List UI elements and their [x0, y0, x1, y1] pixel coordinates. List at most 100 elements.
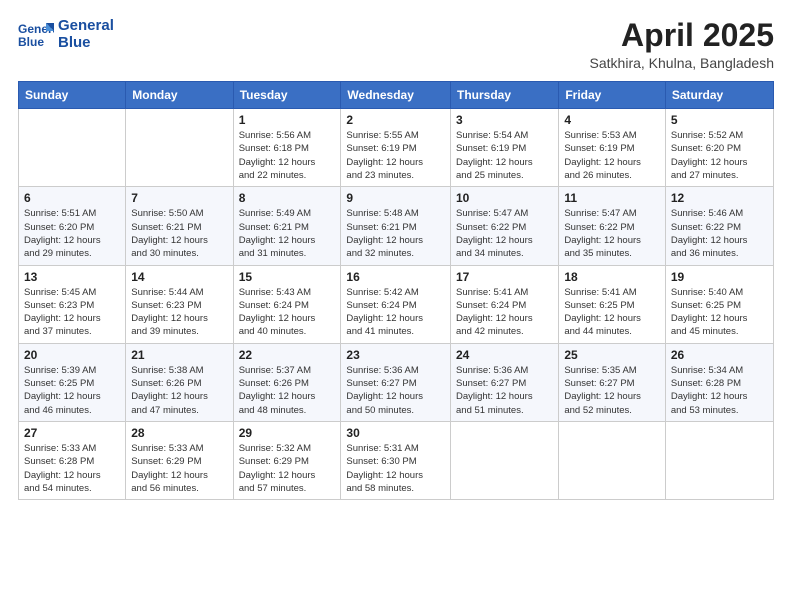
day-info: Sunrise: 5:41 AM Sunset: 6:25 PM Dayligh… — [564, 286, 660, 339]
day-number: 26 — [671, 348, 768, 362]
day-info: Sunrise: 5:47 AM Sunset: 6:22 PM Dayligh… — [564, 207, 660, 260]
day-number: 5 — [671, 113, 768, 127]
calendar-cell: 30 Sunrise: 5:31 AM Sunset: 6:30 PM Dayli… — [341, 421, 451, 499]
calendar-cell: 26Sunrise: 5:34 AM Sunset: 6:28 PM Dayli… — [665, 343, 773, 421]
day-info: Sunrise: 5:40 AM Sunset: 6:25 PM Dayligh… — [671, 286, 768, 339]
calendar-cell: 2 Sunrise: 5:55 AM Sunset: 6:19 PM Daylig… — [341, 109, 451, 187]
day-info: Sunrise: 5:44 AM Sunset: 6:23 PM Dayligh… — [131, 286, 227, 339]
col-header-wednesday: Wednesday — [341, 82, 451, 109]
day-number: 28 — [131, 426, 227, 440]
day-number: 18 — [564, 270, 660, 284]
page: General Blue General Blue April 2025 Sat… — [0, 0, 792, 612]
day-number: 19 — [671, 270, 768, 284]
calendar-cell: 10Sunrise: 5:47 AM Sunset: 6:22 PM Dayli… — [451, 187, 559, 265]
calendar-cell: 19 Sunrise: 5:40 AM Sunset: 6:25 PM Dayli… — [665, 265, 773, 343]
day-number: 25 — [564, 348, 660, 362]
calendar-cell: 8 Sunrise: 5:49 AM Sunset: 6:21 PM Daylig… — [233, 187, 341, 265]
calendar-week-5: 27Sunrise: 5:33 AM Sunset: 6:28 PM Dayli… — [19, 421, 774, 499]
calendar-week-2: 6Sunrise: 5:51 AM Sunset: 6:20 PM Daylig… — [19, 187, 774, 265]
day-info: Sunrise: 5:41 AM Sunset: 6:24 PM Dayligh… — [456, 286, 553, 339]
day-number: 10 — [456, 191, 553, 205]
main-title: April 2025 — [590, 18, 774, 53]
day-number: 3 — [456, 113, 553, 127]
day-info: Sunrise: 5:38 AM Sunset: 6:26 PM Dayligh… — [131, 364, 227, 417]
day-info: Sunrise: 5:56 AM Sunset: 6:18 PM Dayligh… — [239, 129, 336, 182]
day-number: 14 — [131, 270, 227, 284]
calendar-week-3: 13Sunrise: 5:45 AM Sunset: 6:23 PM Dayli… — [19, 265, 774, 343]
calendar-header-row: SundayMondayTuesdayWednesdayThursdayFrid… — [19, 82, 774, 109]
day-number: 24 — [456, 348, 553, 362]
calendar-cell: 25Sunrise: 5:35 AM Sunset: 6:27 PM Dayli… — [559, 343, 666, 421]
col-header-thursday: Thursday — [451, 82, 559, 109]
day-number: 2 — [346, 113, 445, 127]
calendar-cell: 22 Sunrise: 5:37 AM Sunset: 6:26 PM Dayli… — [233, 343, 341, 421]
calendar-cell: 16 Sunrise: 5:42 AM Sunset: 6:24 PM Dayli… — [341, 265, 451, 343]
header: General Blue General Blue April 2025 Sat… — [18, 18, 774, 71]
calendar-cell: 7 Sunrise: 5:50 AM Sunset: 6:21 PM Daylig… — [126, 187, 233, 265]
day-number: 7 — [131, 191, 227, 205]
day-number: 23 — [346, 348, 445, 362]
day-number: 4 — [564, 113, 660, 127]
day-number: 12 — [671, 191, 768, 205]
day-info: Sunrise: 5:36 AM Sunset: 6:27 PM Dayligh… — [456, 364, 553, 417]
col-header-friday: Friday — [559, 82, 666, 109]
day-info: Sunrise: 5:53 AM Sunset: 6:19 PM Dayligh… — [564, 129, 660, 182]
calendar-cell: 3 Sunrise: 5:54 AM Sunset: 6:19 PM Daylig… — [451, 109, 559, 187]
logo: General Blue General Blue — [18, 18, 114, 51]
day-info: Sunrise: 5:37 AM Sunset: 6:26 PM Dayligh… — [239, 364, 336, 417]
day-info: Sunrise: 5:31 AM Sunset: 6:30 PM Dayligh… — [346, 442, 445, 495]
day-number: 17 — [456, 270, 553, 284]
day-number: 30 — [346, 426, 445, 440]
day-info: Sunrise: 5:55 AM Sunset: 6:19 PM Dayligh… — [346, 129, 445, 182]
calendar-cell: 5 Sunrise: 5:52 AM Sunset: 6:20 PM Daylig… — [665, 109, 773, 187]
calendar-cell: 9Sunrise: 5:48 AM Sunset: 6:21 PM Daylig… — [341, 187, 451, 265]
calendar-cell — [559, 421, 666, 499]
calendar-cell: 21 Sunrise: 5:38 AM Sunset: 6:26 PM Dayli… — [126, 343, 233, 421]
day-number: 22 — [239, 348, 336, 362]
day-info: Sunrise: 5:49 AM Sunset: 6:21 PM Dayligh… — [239, 207, 336, 260]
logo-text-blue: Blue — [58, 35, 114, 52]
calendar-cell: 12 Sunrise: 5:46 AM Sunset: 6:22 PM Dayli… — [665, 187, 773, 265]
calendar-cell: 1Sunrise: 5:56 AM Sunset: 6:18 PM Daylig… — [233, 109, 341, 187]
calendar-cell: 15 Sunrise: 5:43 AM Sunset: 6:24 PM Dayli… — [233, 265, 341, 343]
day-info: Sunrise: 5:51 AM Sunset: 6:20 PM Dayligh… — [24, 207, 120, 260]
calendar-week-4: 20Sunrise: 5:39 AM Sunset: 6:25 PM Dayli… — [19, 343, 774, 421]
day-info: Sunrise: 5:46 AM Sunset: 6:22 PM Dayligh… — [671, 207, 768, 260]
day-number: 8 — [239, 191, 336, 205]
calendar-cell: 13Sunrise: 5:45 AM Sunset: 6:23 PM Dayli… — [19, 265, 126, 343]
calendar-cell: 20Sunrise: 5:39 AM Sunset: 6:25 PM Dayli… — [19, 343, 126, 421]
col-header-monday: Monday — [126, 82, 233, 109]
day-info: Sunrise: 5:52 AM Sunset: 6:20 PM Dayligh… — [671, 129, 768, 182]
day-info: Sunrise: 5:45 AM Sunset: 6:23 PM Dayligh… — [24, 286, 120, 339]
calendar-cell: 17 Sunrise: 5:41 AM Sunset: 6:24 PM Dayli… — [451, 265, 559, 343]
calendar-cell: 24 Sunrise: 5:36 AM Sunset: 6:27 PM Dayli… — [451, 343, 559, 421]
day-number: 20 — [24, 348, 120, 362]
day-number: 27 — [24, 426, 120, 440]
calendar-cell — [451, 421, 559, 499]
day-info: Sunrise: 5:43 AM Sunset: 6:24 PM Dayligh… — [239, 286, 336, 339]
calendar-cell — [19, 109, 126, 187]
day-info: Sunrise: 5:50 AM Sunset: 6:21 PM Dayligh… — [131, 207, 227, 260]
calendar-cell: 4 Sunrise: 5:53 AM Sunset: 6:19 PM Daylig… — [559, 109, 666, 187]
day-number: 15 — [239, 270, 336, 284]
subtitle: Satkhira, Khulna, Bangladesh — [590, 55, 774, 71]
calendar-cell: 29Sunrise: 5:32 AM Sunset: 6:29 PM Dayli… — [233, 421, 341, 499]
day-number: 11 — [564, 191, 660, 205]
day-info: Sunrise: 5:54 AM Sunset: 6:19 PM Dayligh… — [456, 129, 553, 182]
col-header-tuesday: Tuesday — [233, 82, 341, 109]
calendar-cell — [126, 109, 233, 187]
svg-text:Blue: Blue — [18, 35, 44, 49]
day-number: 21 — [131, 348, 227, 362]
day-info: Sunrise: 5:42 AM Sunset: 6:24 PM Dayligh… — [346, 286, 445, 339]
day-number: 9 — [346, 191, 445, 205]
day-number: 29 — [239, 426, 336, 440]
calendar-cell: 18 Sunrise: 5:41 AM Sunset: 6:25 PM Dayli… — [559, 265, 666, 343]
day-info: Sunrise: 5:33 AM Sunset: 6:29 PM Dayligh… — [131, 442, 227, 495]
calendar-cell: 11 Sunrise: 5:47 AM Sunset: 6:22 PM Dayli… — [559, 187, 666, 265]
col-header-sunday: Sunday — [19, 82, 126, 109]
calendar-cell: 27Sunrise: 5:33 AM Sunset: 6:28 PM Dayli… — [19, 421, 126, 499]
day-info: Sunrise: 5:36 AM Sunset: 6:27 PM Dayligh… — [346, 364, 445, 417]
day-number: 16 — [346, 270, 445, 284]
title-block: April 2025 Satkhira, Khulna, Bangladesh — [590, 18, 774, 71]
calendar-cell: 28 Sunrise: 5:33 AM Sunset: 6:29 PM Dayli… — [126, 421, 233, 499]
